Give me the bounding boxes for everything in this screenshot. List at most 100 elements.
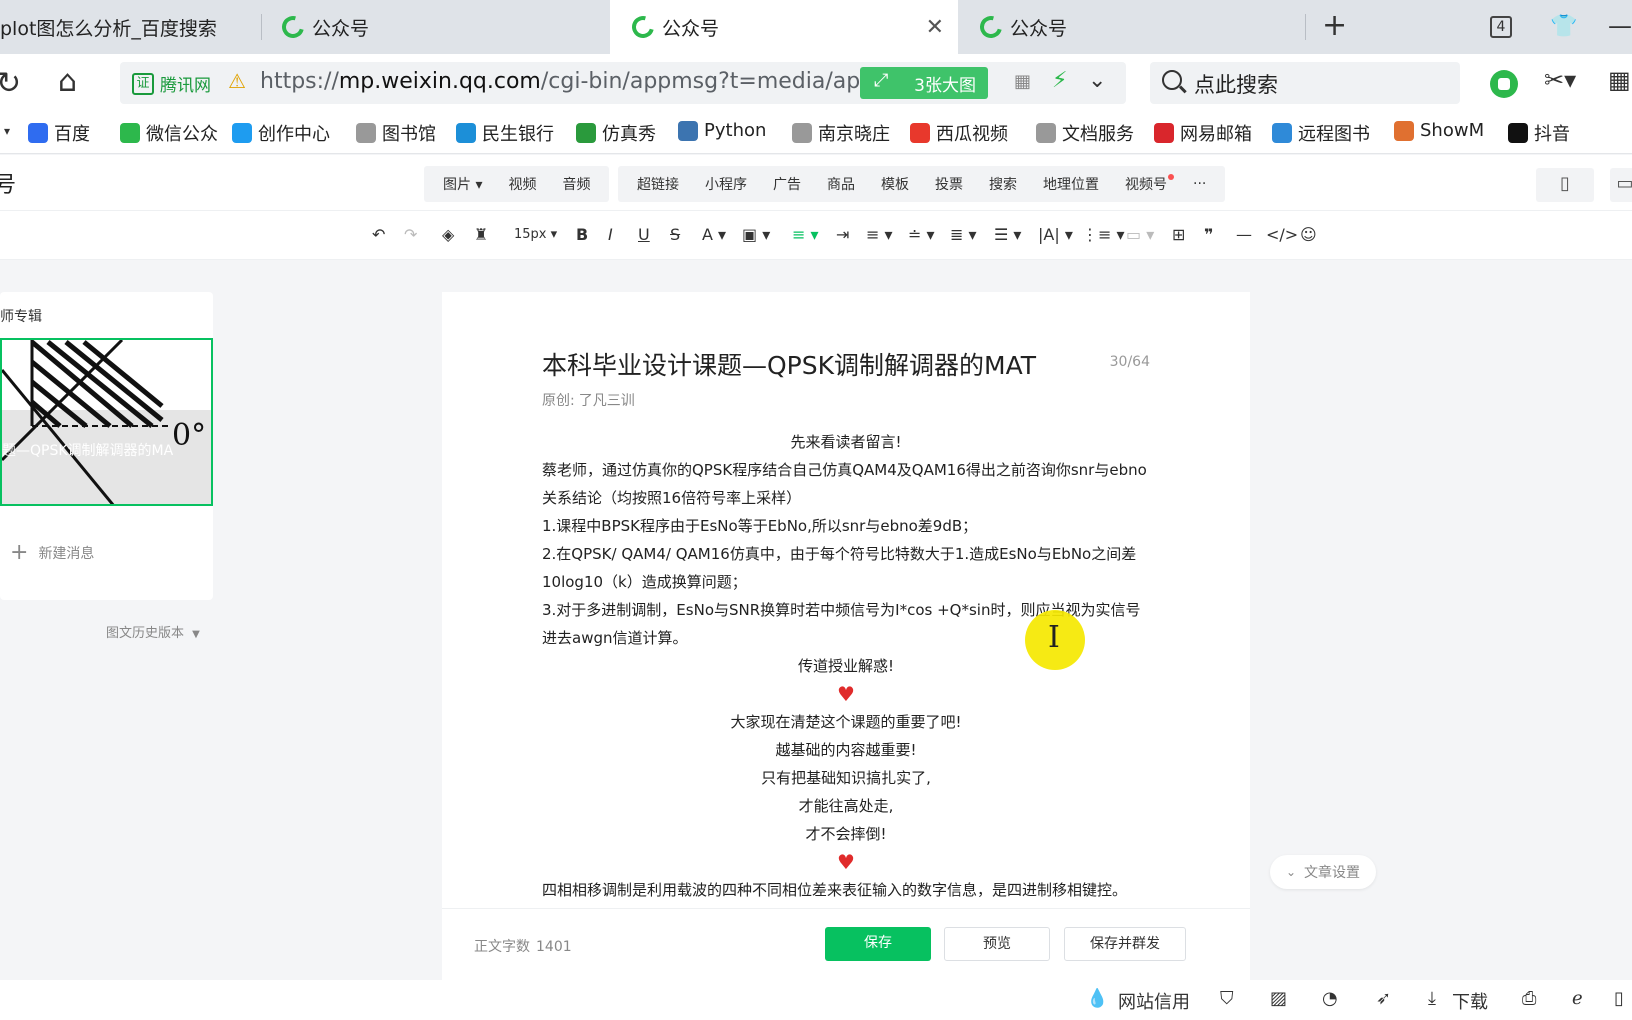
save-button[interactable]: 保存 — [825, 927, 931, 961]
minimize-icon[interactable]: — — [1608, 12, 1632, 40]
tab-gongzhonghao-active[interactable]: 公众号 ✕ — [610, 0, 958, 54]
bookmark-item[interactable]: 图书馆 — [356, 120, 436, 146]
align-left-icon[interactable]: ≡ ▾ — [792, 225, 819, 244]
document-icon[interactable]: ▯ — [1536, 168, 1594, 202]
more-icon[interactable]: ··· — [1180, 176, 1219, 192]
bookmark-item[interactable]: Python — [678, 120, 766, 141]
extension-icon[interactable] — [1490, 70, 1518, 98]
scissors-icon[interactable]: ✂▾ — [1544, 66, 1576, 94]
letter-spacing-icon[interactable]: |A| ▾ — [1038, 225, 1073, 244]
speed-icon[interactable]: ◔ — [1322, 988, 1338, 1009]
clear-format-icon[interactable]: ♜ — [474, 225, 488, 244]
margin-icon[interactable]: ☰ ▾ — [994, 225, 1021, 244]
article-body[interactable]: 先来看读者留言! 蔡老师，通过仿真你的QPSK程序结合自己仿真QAM4及QAM1… — [542, 428, 1150, 912]
rocket-icon[interactable]: ➶ — [1376, 988, 1391, 1009]
insert-template[interactable]: 模板 — [868, 174, 922, 194]
redo-icon[interactable]: ↷ — [404, 225, 417, 244]
qr-grid-icon[interactable]: ▦ — [1014, 71, 1031, 92]
paragraph-spacing-icon[interactable]: ≣ ▾ — [950, 225, 977, 244]
article-editor[interactable]: 本科毕业设计课题—QPSK调制解调器的MAT 30/64 原创: 了凡三训 先来看… — [442, 292, 1250, 912]
background-color-icon[interactable]: ▣ ▾ — [742, 225, 770, 244]
underline-icon[interactable]: U — [638, 225, 650, 244]
bookmark-item[interactable]: 西瓜视频 — [910, 120, 1008, 146]
code-icon[interactable]: </> — [1266, 225, 1298, 244]
tab-gongzhonghao-1[interactable]: 公众号 — [262, 0, 610, 54]
italic-icon[interactable]: I — [608, 225, 613, 244]
insert-location[interactable]: 地理位置 — [1030, 174, 1112, 194]
insert-vote[interactable]: 投票 — [922, 174, 976, 194]
tab-baidu-search[interactable]: plot图怎么分析_百度搜索 — [0, 0, 262, 54]
font-size-select[interactable]: 15px ▾ — [514, 227, 557, 242]
bold-icon[interactable]: B — [576, 225, 588, 244]
bookmark-item[interactable]: 民生银行 — [456, 120, 554, 146]
insert-search[interactable]: 搜索 — [976, 174, 1030, 194]
insert-ad[interactable]: 广告 — [760, 174, 814, 194]
preview-button[interactable]: 预览 — [944, 927, 1050, 961]
bookmark-item[interactable]: 微信公众 — [120, 120, 218, 146]
chevron-down-icon[interactable]: ⌄ — [1088, 68, 1106, 93]
emoji-icon[interactable]: ☺ — [1300, 225, 1317, 244]
author-line[interactable]: 原创: 了凡三训 — [542, 390, 635, 410]
print-icon[interactable]: ⎙ — [1522, 988, 1536, 1009]
skin-icon[interactable]: 👕 — [1550, 14, 1577, 39]
divider-icon[interactable]: — — [1236, 225, 1252, 244]
insert-product[interactable]: 商品 — [814, 174, 868, 194]
border-icon[interactable]: ▭ ▾ — [1126, 225, 1154, 244]
article-title-input[interactable]: 本科毕业设计课题—QPSK调制解调器的MAT — [542, 346, 1036, 382]
ie-icon[interactable]: ℯ — [1572, 988, 1583, 1009]
insert-hyperlink[interactable]: 超链接 — [624, 174, 692, 194]
insert-channels[interactable]: 视频号 — [1112, 174, 1180, 194]
quote-icon[interactable]: ❞ — [1204, 225, 1213, 244]
bookmark-item[interactable]: ShowM — [1394, 120, 1484, 141]
font-color-icon[interactable]: A ▾ — [702, 225, 726, 244]
panel-icon[interactable]: ▭ — [1610, 168, 1632, 202]
site-credit-label[interactable]: 网站信用 — [1118, 988, 1190, 1014]
shield-icon[interactable]: ⛉ — [1220, 988, 1234, 1009]
certificate-badge[interactable]: 证 腾讯网 — [132, 71, 211, 96]
download-icon[interactable]: ⤓ — [1428, 988, 1436, 1009]
insert-video[interactable]: 视频 — [495, 174, 549, 194]
list-icon[interactable]: ⋮≡ ▾ — [1082, 225, 1125, 244]
table-icon[interactable]: ⊞ — [1172, 225, 1185, 244]
bookmark-item[interactable]: 南京晓庄 — [792, 120, 890, 146]
image-icon[interactable]: ▨ — [1270, 988, 1287, 1009]
url-text[interactable]: https://mp.weixin.qq.com/cgi-bin/appmsg?… — [260, 69, 896, 94]
indent-icon[interactable]: ⇥ — [836, 225, 849, 244]
new-message-button[interactable]: + 新建消息 — [10, 540, 94, 565]
apps-grid-icon[interactable]: ▦ — [1608, 66, 1631, 94]
body-line: 1.课程中BPSK程序由于EsNo等于EbNo,所以snr与ebno差9dB； — [542, 517, 978, 535]
bookmark-item[interactable]: 网易邮箱 — [1154, 120, 1252, 146]
tab-gongzhonghao-3[interactable]: 公众号 — [958, 0, 1306, 54]
save-and-send-button[interactable]: 保存并群发 — [1064, 927, 1186, 961]
home-icon[interactable]: ⌂ — [58, 64, 77, 99]
bookmark-item[interactable]: 抖音 — [1508, 120, 1570, 146]
strikethrough-icon[interactable]: S — [670, 225, 680, 244]
sidebar-icon[interactable]: ▯ — [1614, 988, 1624, 1009]
insert-audio[interactable]: 音频 — [549, 174, 603, 194]
history-version-dropdown[interactable]: 图文历史版本 ▼ — [106, 622, 200, 641]
article-thumbnail[interactable]: 0° 题—QPSK调制解调器的MA — [0, 338, 213, 506]
close-icon[interactable]: ✕ — [926, 15, 944, 40]
insert-image[interactable]: 图片 ▾ — [430, 174, 495, 194]
download-label[interactable]: 下载 — [1452, 988, 1488, 1014]
bookmark-item[interactable]: 仿真秀 — [576, 120, 656, 146]
tab-count-badge[interactable]: 4 — [1490, 16, 1512, 38]
reload-icon[interactable]: ↻ — [0, 66, 21, 101]
insert-mini-program[interactable]: 小程序 — [692, 174, 760, 194]
url-field[interactable]: 证 腾讯网 ⚠ https://mp.weixin.qq.com/cgi-bin… — [120, 62, 1126, 104]
align-center-icon[interactable]: ≡ ▾ — [866, 225, 893, 244]
article-settings-button[interactable]: ⌄ 文章设置 — [1270, 855, 1376, 889]
search-input[interactable]: 点此搜索 — [1150, 62, 1460, 104]
bookmark-item[interactable]: 文档服务 — [1036, 120, 1134, 146]
bookmark-item[interactable]: 百度 — [28, 120, 90, 146]
bookmark-item[interactable]: 创作中心 — [232, 120, 330, 146]
caret-down-icon[interactable]: ▾ — [4, 124, 10, 138]
warning-icon[interactable]: ⚠ — [228, 69, 246, 93]
undo-icon[interactable]: ↶ — [372, 225, 385, 244]
format-brush-icon[interactable]: ◈ — [442, 225, 454, 244]
new-tab-icon[interactable]: + — [1322, 8, 1347, 43]
line-height-icon[interactable]: ≐ ▾ — [908, 225, 935, 244]
lightning-icon[interactable]: ⚡ — [1052, 68, 1067, 93]
big-image-button[interactable]: ⤢ 3张大图 — [860, 67, 988, 99]
bookmark-item[interactable]: 远程图书 — [1272, 120, 1370, 146]
